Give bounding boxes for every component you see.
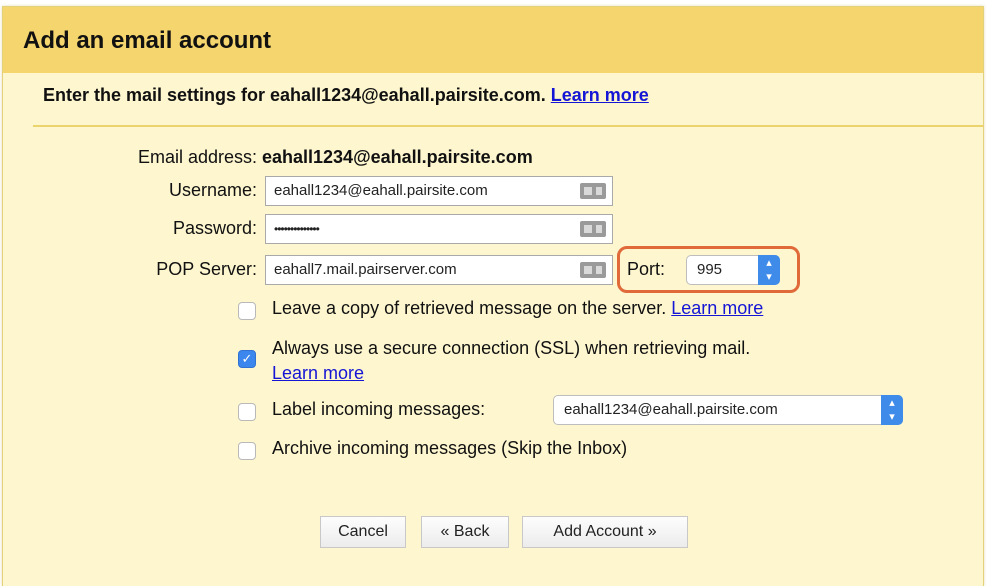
dialog-title-bar: Add an email account <box>3 7 983 73</box>
dialog-subtitle: Enter the mail settings for eahall1234@e… <box>43 85 649 106</box>
pop-server-input[interactable]: eahall7.mail.pairserver.com <box>265 255 613 285</box>
password-label: Password: <box>172 218 257 238</box>
ssl-checkbox[interactable]: ✓ <box>238 350 256 368</box>
pop-server-value: eahall7.mail.pairserver.com <box>274 261 457 278</box>
port-select[interactable]: 995 ▴ ▾ <box>686 255 780 285</box>
learn-more-link-header[interactable]: Learn more <box>551 85 649 105</box>
divider <box>33 125 983 127</box>
label-select-value: eahall1234@eahall.pairsite.com <box>564 401 778 418</box>
pop-server-label: POP Server: <box>156 259 257 279</box>
archive-label: Archive incoming messages (Skip the Inbo… <box>272 438 628 458</box>
password-manager-icon[interactable] <box>580 183 606 199</box>
leave-copy-option: Leave a copy of retrieved message on the… <box>272 298 763 319</box>
password-manager-icon[interactable] <box>580 262 606 278</box>
add-account-button[interactable]: Add Account » <box>522 516 688 548</box>
chevron-updown-icon: ▴ ▾ <box>881 395 903 425</box>
leave-copy-label: Leave a copy of retrieved message on the… <box>272 298 667 318</box>
username-label: Username: <box>168 180 257 200</box>
username-value: eahall1234@eahall.pairsite.com <box>274 182 488 199</box>
leave-copy-checkbox[interactable] <box>238 302 256 320</box>
password-manager-icon[interactable] <box>580 221 606 237</box>
chevron-updown-icon: ▴ ▾ <box>758 255 780 285</box>
email-address-label: Email address: <box>137 147 257 167</box>
port-value: 995 <box>697 261 723 278</box>
password-value: •••••••••••••• <box>274 222 320 236</box>
archive-checkbox[interactable] <box>238 442 256 460</box>
email-address-value: eahall1234@eahall.pairsite.com <box>262 147 533 167</box>
subtitle-text: Enter the mail settings for eahall1234@e… <box>43 85 546 105</box>
learn-more-link-ssl[interactable]: Learn more <box>272 363 364 384</box>
port-label: Port: <box>627 259 666 279</box>
dialog-title: Add an email account <box>23 27 272 54</box>
add-email-dialog: Add an email account Enter the mail sett… <box>2 6 984 586</box>
label-incoming-label: Label incoming messages: <box>272 399 486 419</box>
username-input[interactable]: eahall1234@eahall.pairsite.com <box>265 176 613 206</box>
back-button[interactable]: « Back <box>421 516 509 548</box>
checkmark-icon: ✓ <box>241 351 253 366</box>
label-incoming-checkbox[interactable] <box>238 403 256 421</box>
cancel-button[interactable]: Cancel <box>320 516 406 548</box>
ssl-option-label: Always use a secure connection (SSL) whe… <box>272 338 751 358</box>
label-select[interactable]: eahall1234@eahall.pairsite.com ▴ ▾ <box>553 395 903 425</box>
password-input[interactable]: •••••••••••••• <box>265 214 613 244</box>
learn-more-link-leave-copy[interactable]: Learn more <box>671 298 763 318</box>
